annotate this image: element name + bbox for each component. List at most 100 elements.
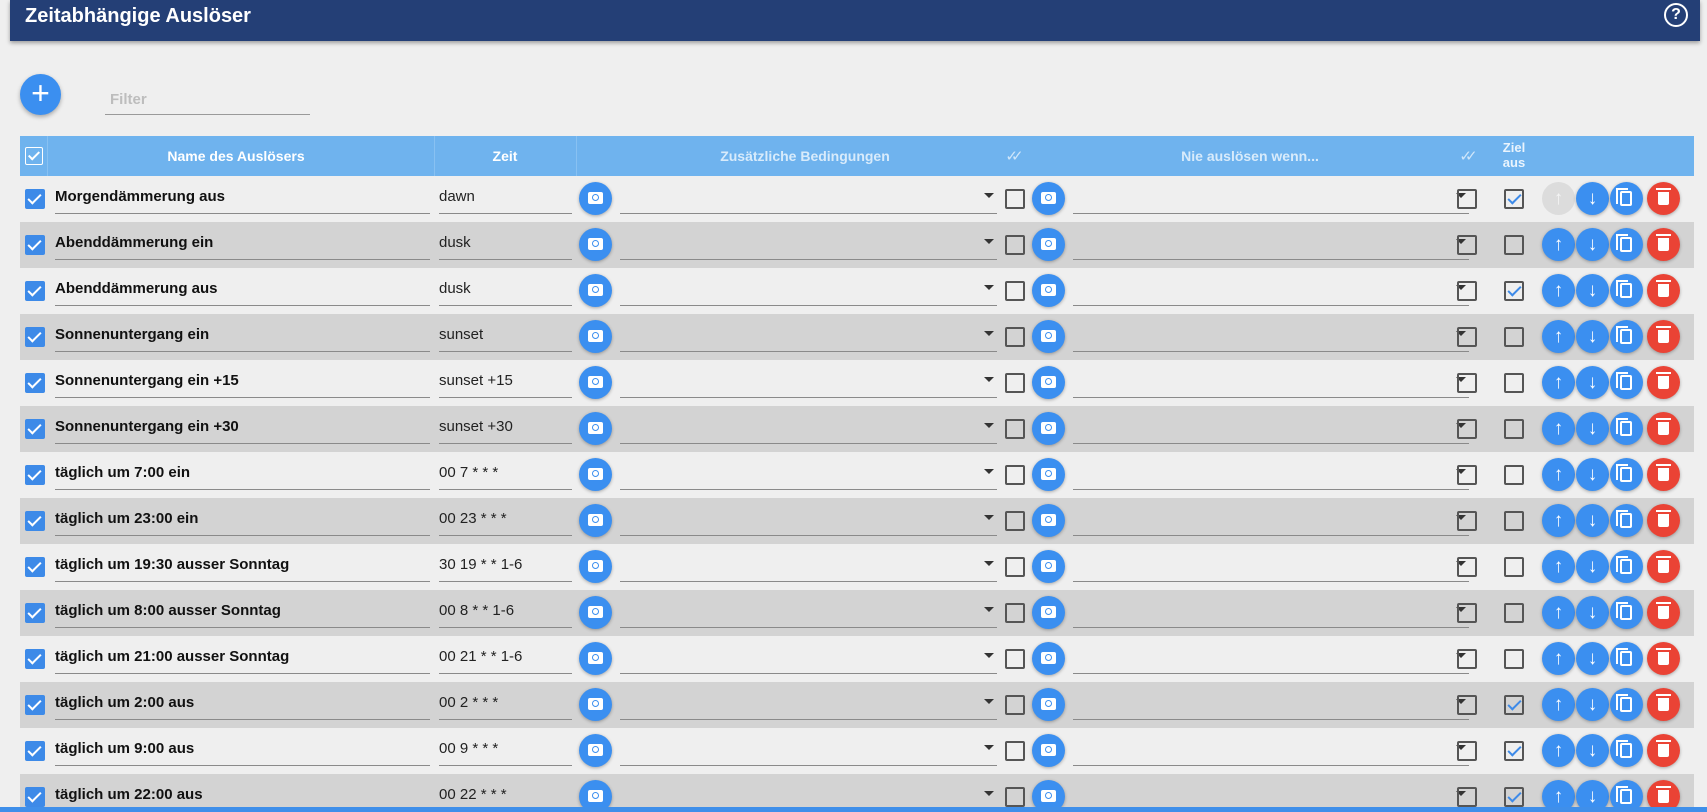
condition-picker-button[interactable] [579, 688, 612, 721]
ziel-aus-checkbox[interactable] [1504, 189, 1524, 209]
copy-button[interactable] [1610, 182, 1643, 215]
copy-button[interactable] [1610, 596, 1643, 629]
trigger-time-field[interactable]: 00 2 * * * [439, 693, 572, 720]
move-down-button[interactable]: ↓ [1576, 504, 1609, 537]
never-trigger-select[interactable] [1073, 233, 1469, 260]
column-name-header[interactable]: Name des Auslösers [48, 136, 424, 176]
trigger-time-field[interactable]: dusk [439, 233, 572, 260]
never-all-checkbox[interactable] [1457, 649, 1477, 669]
move-down-button[interactable]: ↓ [1576, 412, 1609, 445]
ziel-aus-checkbox[interactable] [1504, 695, 1524, 715]
conditions-select[interactable] [620, 739, 997, 766]
enabled-checkbox[interactable] [25, 695, 45, 715]
delete-button[interactable] [1647, 504, 1680, 537]
delete-button[interactable] [1647, 320, 1680, 353]
conditions-all-checkbox[interactable] [1005, 281, 1025, 301]
never-all-checkbox[interactable] [1457, 373, 1477, 393]
enabled-checkbox[interactable] [25, 189, 45, 209]
trigger-time-field[interactable]: sunset +15 [439, 371, 572, 398]
delete-button[interactable] [1647, 688, 1680, 721]
ziel-aus-checkbox[interactable] [1504, 281, 1524, 301]
move-up-button[interactable]: ↑ [1542, 274, 1575, 307]
condition-picker-button[interactable] [579, 458, 612, 491]
move-up-button[interactable]: ↑ [1542, 412, 1575, 445]
ziel-aus-checkbox[interactable] [1504, 741, 1524, 761]
enabled-checkbox[interactable] [25, 419, 45, 439]
never-picker-button[interactable] [1032, 366, 1065, 399]
move-up-button[interactable]: ↑ [1542, 228, 1575, 261]
trigger-name-field[interactable]: täglich um 8:00 ausser Sonntag [55, 601, 430, 628]
conditions-select[interactable] [620, 509, 997, 536]
move-down-button[interactable]: ↓ [1576, 734, 1609, 767]
conditions-select[interactable] [620, 233, 997, 260]
conditions-select[interactable] [620, 417, 997, 444]
ziel-aus-checkbox[interactable] [1504, 557, 1524, 577]
never-trigger-select[interactable] [1073, 187, 1469, 214]
never-all-checkbox[interactable] [1457, 189, 1477, 209]
move-up-button[interactable]: ↑ [1542, 320, 1575, 353]
never-all-checkbox[interactable] [1457, 511, 1477, 531]
never-trigger-select[interactable] [1073, 417, 1469, 444]
delete-button[interactable] [1647, 274, 1680, 307]
move-up-button[interactable]: ↑ [1542, 642, 1575, 675]
condition-picker-button[interactable] [579, 274, 612, 307]
condition-picker-button[interactable] [579, 412, 612, 445]
delete-button[interactable] [1647, 734, 1680, 767]
never-trigger-select[interactable] [1073, 693, 1469, 720]
conditions-select[interactable] [620, 647, 997, 674]
help-icon[interactable]: ? [1664, 3, 1688, 27]
copy-button[interactable] [1610, 320, 1643, 353]
enabled-checkbox[interactable] [25, 281, 45, 301]
enabled-checkbox[interactable] [25, 741, 45, 761]
never-picker-button[interactable] [1032, 412, 1065, 445]
trigger-name-field[interactable]: täglich um 21:00 ausser Sonntag [55, 647, 430, 674]
trigger-time-field[interactable]: dawn [439, 187, 572, 214]
enabled-checkbox[interactable] [25, 511, 45, 531]
conditions-select[interactable] [620, 187, 997, 214]
trigger-time-field[interactable]: 00 7 * * * [439, 463, 572, 490]
conditions-all-checkbox[interactable] [1005, 741, 1025, 761]
never-picker-button[interactable] [1032, 458, 1065, 491]
trigger-name-field[interactable]: täglich um 7:00 ein [55, 463, 430, 490]
ziel-aus-checkbox[interactable] [1504, 327, 1524, 347]
conditions-select[interactable] [620, 463, 997, 490]
trigger-name-field[interactable]: täglich um 19:30 ausser Sonntag [55, 555, 430, 582]
move-down-button[interactable]: ↓ [1576, 182, 1609, 215]
enabled-checkbox[interactable] [25, 327, 45, 347]
delete-button[interactable] [1647, 412, 1680, 445]
never-picker-button[interactable] [1032, 228, 1065, 261]
ziel-aus-checkbox[interactable] [1504, 787, 1524, 807]
move-down-button[interactable]: ↓ [1576, 688, 1609, 721]
conditions-all-checkbox[interactable] [1005, 787, 1025, 807]
copy-button[interactable] [1610, 688, 1643, 721]
delete-button[interactable] [1647, 550, 1680, 583]
delete-button[interactable] [1647, 642, 1680, 675]
move-down-button[interactable]: ↓ [1576, 550, 1609, 583]
condition-picker-button[interactable] [579, 734, 612, 767]
condition-picker-button[interactable] [579, 596, 612, 629]
never-all-checkbox[interactable] [1457, 787, 1477, 807]
enabled-checkbox[interactable] [25, 557, 45, 577]
never-picker-button[interactable] [1032, 320, 1065, 353]
copy-button[interactable] [1610, 274, 1643, 307]
select-all-checkbox[interactable] [25, 147, 43, 165]
condition-picker-button[interactable] [579, 228, 612, 261]
delete-button[interactable] [1647, 366, 1680, 399]
filter-input[interactable] [105, 84, 310, 115]
enabled-checkbox[interactable] [25, 649, 45, 669]
copy-button[interactable] [1610, 366, 1643, 399]
trigger-name-field[interactable]: Morgendämmerung aus [55, 187, 430, 214]
trigger-time-field[interactable]: dusk [439, 279, 572, 306]
never-trigger-select[interactable] [1073, 647, 1469, 674]
never-all-checkbox[interactable] [1457, 327, 1477, 347]
copy-button[interactable] [1610, 412, 1643, 445]
never-picker-button[interactable] [1032, 642, 1065, 675]
never-picker-button[interactable] [1032, 688, 1065, 721]
move-up-button[interactable]: ↑ [1542, 550, 1575, 583]
conditions-all-checkbox[interactable] [1005, 465, 1025, 485]
conditions-all-checkbox[interactable] [1005, 557, 1025, 577]
never-trigger-select[interactable] [1073, 463, 1469, 490]
condition-picker-button[interactable] [579, 182, 612, 215]
never-picker-button[interactable] [1032, 596, 1065, 629]
move-down-button[interactable]: ↓ [1576, 320, 1609, 353]
